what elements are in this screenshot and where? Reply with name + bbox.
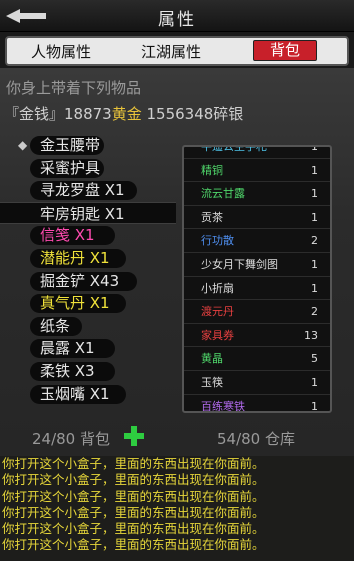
- storage-item-label: 流云甘露: [201, 187, 245, 201]
- inventory-item[interactable]: 采蜜护具: [0, 157, 176, 180]
- storage-item-label: 黄晶: [201, 352, 223, 366]
- inventory-item[interactable]: 玉烟嘴 X1: [0, 383, 176, 406]
- storage-item-count: 5: [311, 352, 318, 366]
- storage-item-label: 小折扇: [201, 281, 234, 295]
- tab-backpack[interactable]: 背包: [253, 40, 317, 61]
- inventory-item-label: 纸条: [40, 316, 71, 335]
- inventory-item-label: 掘金铲 X43: [40, 271, 120, 290]
- log-line: 你打开这个小盒子，里面的东西出现在你面前。: [2, 537, 265, 553]
- storage-item-label: 百练寒铁: [201, 399, 245, 413]
- storage-item-count: 13: [304, 328, 318, 342]
- storage-item-label: 玉筷: [201, 375, 223, 389]
- log-line: 你打开这个小盒子，里面的东西出现在你面前。: [2, 521, 265, 537]
- inventory-item-label: 采蜜护具: [40, 158, 101, 177]
- inventory-item[interactable]: 柔铁 X3: [0, 360, 176, 383]
- storage-item-label: 少女月下舞剑图: [201, 257, 278, 271]
- storage-item-count: 1: [311, 375, 318, 389]
- inventory-item-label: 信笺 X1: [40, 226, 95, 245]
- inventory-item-label: 寻龙罗盘 X1: [40, 181, 125, 200]
- log-line: 你打开这个小盒子，里面的东西出现在你面前。: [2, 456, 265, 471]
- log-line: 你打开这个小盒子，里面的东西出现在你面前。: [2, 488, 265, 504]
- footer-bar: 24/80 背包 54/80 仓库: [0, 426, 354, 450]
- message-log: 你打开这个小盒子，里面的东西出现在你面前。 你打开这个小盒子，里面的东西出现在你面…: [0, 456, 354, 561]
- inventory-item-label: 柔铁 X3: [40, 361, 95, 380]
- inventory-item[interactable]: 掘金铲 X43: [0, 270, 176, 293]
- storage-count: 54/80 仓库: [217, 430, 295, 448]
- storage-item-count: 1: [311, 257, 318, 271]
- selected-diamond-icon: ◆: [18, 138, 28, 152]
- storage-item-count: 1: [311, 145, 318, 153]
- storage-item[interactable]: 玉筷 1: [184, 371, 330, 395]
- inventory-item-label: 玉烟嘴 X1: [40, 384, 110, 403]
- storage-item-label: 平遥公主手札: [201, 145, 267, 153]
- inventory-item-label: 晨露 X1: [40, 339, 95, 358]
- storage-item-label: 行功散: [201, 234, 234, 248]
- storage-item[interactable]: 少女月下舞剑图 1: [184, 253, 330, 277]
- storage-item-label: 精铜: [201, 163, 223, 177]
- inventory-list: ◆ 金玉腰带采蜜护具寻龙罗盘 X1 牢房钥匙 X1 信笺 X1 潜能丹 X1 掘金铲 X4…: [0, 134, 176, 405]
- inventory-item[interactable]: 牢房钥匙 X1: [0, 201, 176, 225]
- top-bar: 属性: [0, 0, 354, 32]
- inventory-item-label: 牢房钥匙 X1: [40, 204, 125, 223]
- storage-item-count: 1: [311, 399, 318, 413]
- storage-item[interactable]: 平遥公主手札 1: [184, 145, 330, 159]
- inventory-item[interactable]: 寻龙罗盘 X1: [0, 179, 176, 202]
- storage-item[interactable]: 黄晶 5: [184, 347, 330, 371]
- storage-item-label: 渡元丹: [201, 305, 234, 319]
- storage-item[interactable]: 小折扇 1: [184, 277, 330, 301]
- inventory-item-label: 潜能丹 X1: [40, 248, 110, 267]
- storage-item-count: 2: [311, 305, 318, 319]
- tab-character-attributes[interactable]: 人物属性: [31, 41, 91, 62]
- inventory-heading: 你身上带着下列物品: [6, 79, 142, 97]
- log-line: 你打开这个小盒子，里面的东西出现在你面前。: [2, 472, 265, 488]
- storage-item-count: 2: [311, 234, 318, 248]
- storage-item-count: 1: [311, 163, 318, 177]
- storage-item-label: 家具券: [201, 328, 234, 342]
- storage-item[interactable]: 行功散 2: [184, 229, 330, 253]
- storage-item[interactable]: 渡元丹 2: [184, 300, 330, 324]
- inventory-item[interactable]: 真气丹 X1: [0, 292, 176, 315]
- storage-item[interactable]: 贡茶 1: [184, 206, 330, 230]
- bag-count: 24/80 背包: [32, 430, 110, 448]
- inventory-item[interactable]: 晨露 X1: [0, 337, 176, 360]
- storage-item-count: 1: [311, 281, 318, 295]
- storage-item-count: 1: [311, 187, 318, 201]
- storage-item-label: 贡茶: [201, 210, 223, 224]
- storage-item[interactable]: 百练寒铁 1: [184, 395, 330, 413]
- inventory-item[interactable]: ◆ 金玉腰带: [0, 134, 176, 157]
- money-suffix: 1556348碎银: [141, 105, 244, 123]
- log-line: 你打开这个小盒子，里面的东西出现在你面前。: [2, 504, 265, 520]
- storage-list[interactable]: 平遥公主手札 1 精铜 1 流云甘露 1 贡茶 1 行功散 2 少女月下舞剑图 1 小折扇 1 渡元丹 2 家具…: [182, 145, 332, 413]
- tab-jianghu-attributes[interactable]: 江湖属性: [141, 41, 201, 62]
- storage-item[interactable]: 家具券 13: [184, 324, 330, 348]
- inventory-item[interactable]: 纸条: [0, 315, 176, 338]
- money-prefix: 『金钱』18873: [4, 105, 112, 123]
- page-title: 属性: [158, 10, 196, 30]
- inventory-item[interactable]: 信笺 X1: [0, 224, 176, 247]
- tab-bar: 人物属性 江湖属性 背包: [5, 36, 349, 66]
- storage-item-count: 1: [311, 210, 318, 224]
- inventory-item[interactable]: 潜能丹 X1: [0, 247, 176, 270]
- gold-label: 黄金: [111, 105, 142, 123]
- inventory-item-label: 金玉腰带: [40, 136, 101, 154]
- storage-item[interactable]: 流云甘露 1: [184, 182, 330, 206]
- money-line: 『金钱』18873黄金 1556348碎银: [4, 103, 243, 124]
- inventory-item-label: 真气丹 X1: [40, 294, 110, 313]
- add-plus-icon[interactable]: [123, 425, 145, 447]
- storage-item[interactable]: 精铜 1: [184, 159, 330, 183]
